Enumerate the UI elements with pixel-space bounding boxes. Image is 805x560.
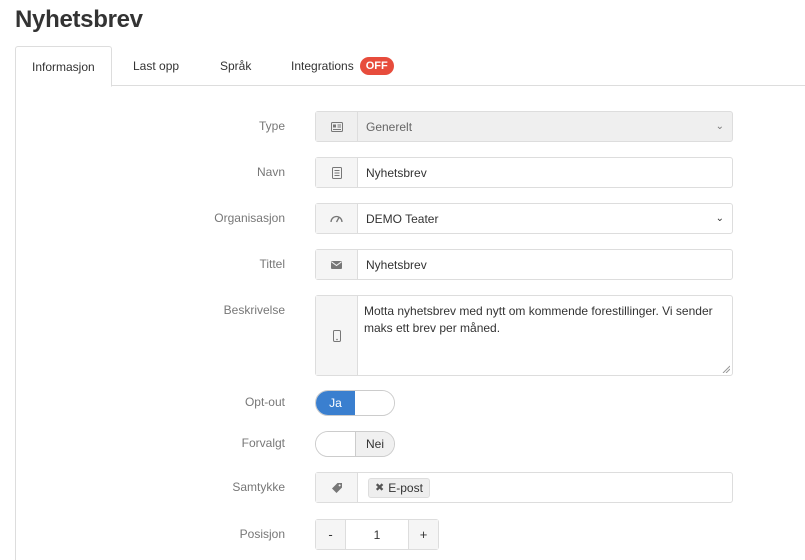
samtykke-tag-input[interactable]: ✖ E-post [315, 472, 733, 503]
increment-button[interactable]: + [408, 520, 438, 549]
close-icon[interactable]: ✖ [375, 481, 384, 494]
toggle-on-label: Ja [316, 391, 355, 415]
resize-grip-icon[interactable] [722, 365, 730, 373]
tag-icon [316, 473, 358, 502]
mobile-icon [316, 296, 358, 375]
navn-field[interactable]: Nyhetsbrev [315, 157, 733, 188]
type-value: Generelt [366, 119, 413, 134]
document-icon [316, 158, 358, 187]
beskrivelse-textarea[interactable]: Motta nyhetsbrev med nytt om kommende fo… [315, 295, 733, 376]
id-card-icon [316, 112, 358, 141]
tab-sprak[interactable]: Språk [204, 46, 267, 86]
beskrivelse-value: Motta nyhetsbrev med nytt om kommende fo… [364, 304, 713, 335]
tittel-label: Tittel [259, 257, 285, 271]
tab-last-opp[interactable]: Last opp [117, 46, 195, 86]
forvalgt-toggle[interactable]: Nei [315, 431, 395, 457]
decrement-button[interactable]: - [316, 520, 346, 549]
tab-bar: Informasjon Last opp Språk Integrations O… [15, 46, 805, 87]
toggle-off-label: Nei [354, 432, 394, 456]
samtykke-label: Samtykke [232, 480, 285, 494]
tittel-value: Nyhetsbrev [366, 257, 427, 272]
optout-toggle[interactable]: Ja [315, 390, 395, 416]
page-title: Nyhetsbrev [15, 6, 143, 33]
tab-label: Informasjon [32, 60, 95, 74]
toggle-handle [316, 432, 355, 456]
toggle-handle [355, 391, 394, 415]
navn-label: Navn [256, 165, 285, 179]
consent-tag: ✖ E-post [368, 477, 430, 498]
tab-label: Last opp [133, 59, 180, 73]
posisjon-stepper[interactable]: - 1 + [315, 519, 439, 550]
optout-label: Opt-out [244, 395, 285, 409]
status-badge: OFF [359, 56, 394, 75]
navn-value: Nyhetsbrev [366, 165, 427, 180]
organisasjon-label: Organisasjon [214, 211, 285, 225]
tab-integrations[interactable]: Integrations OFF [275, 46, 410, 86]
type-label: Type [258, 119, 285, 133]
organisasjon-select[interactable]: DEMO Teater ⌄ [315, 203, 733, 234]
tab-label: Språk [220, 59, 252, 73]
organisasjon-value: DEMO Teater [366, 211, 439, 226]
tag-label: E-post [388, 480, 423, 495]
beskrivelse-label: Beskrivelse [223, 303, 285, 317]
tab-informasjon[interactable]: Informasjon [15, 46, 112, 87]
posisjon-label: Posisjon [239, 527, 285, 541]
chevron-down-icon: ⌄ [715, 212, 724, 224]
tittel-field[interactable]: Nyhetsbrev [315, 249, 733, 280]
tab-label: Integrations [291, 59, 354, 73]
forvalgt-label: Forvalgt [241, 436, 285, 450]
chevron-down-icon: ⌄ [715, 120, 724, 132]
envelope-icon [316, 250, 358, 279]
posisjon-value[interactable]: 1 [346, 520, 408, 549]
gauge-icon [316, 204, 358, 233]
type-select[interactable]: Generelt ⌄ [315, 111, 733, 142]
